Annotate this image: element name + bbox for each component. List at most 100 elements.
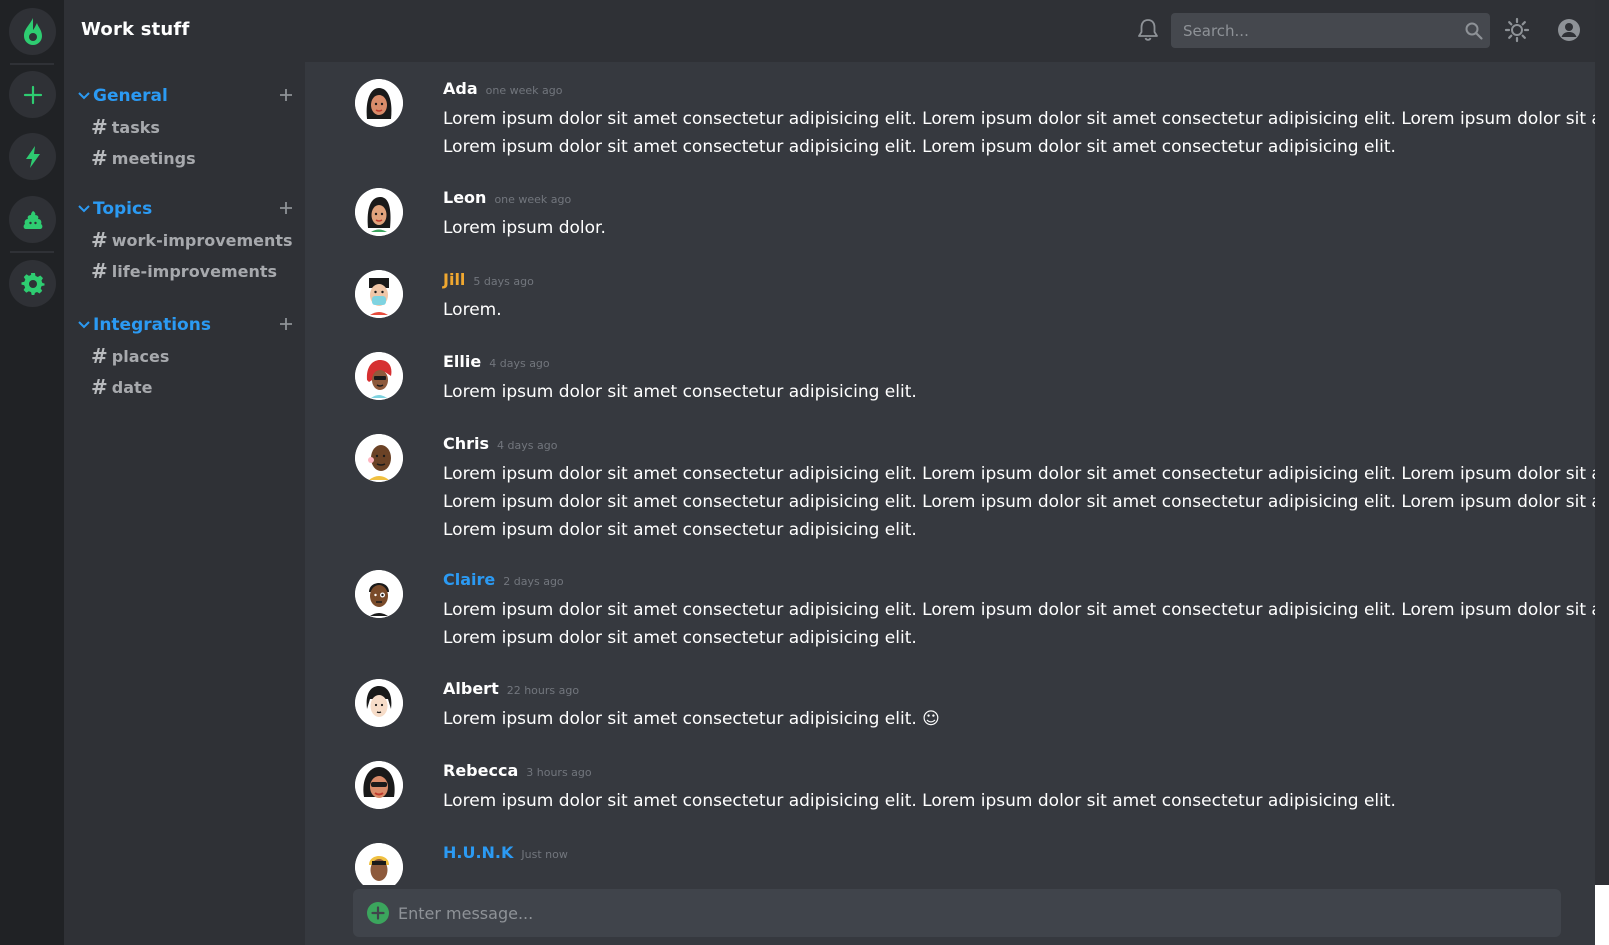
add-channel-icon[interactable] (278, 200, 294, 216)
group-name: General (93, 86, 168, 106)
rail-separator (10, 63, 54, 65)
top-bar (305, 0, 1609, 62)
timestamp: 2 days ago (503, 575, 564, 588)
chevron-down-icon (78, 321, 90, 329)
message-text: Lorem. (443, 300, 502, 320)
channel-name: meetings (111, 148, 196, 168)
chevron-down-icon (78, 205, 90, 213)
message-composer (353, 889, 1561, 937)
author-name[interactable]: H.U.N.K (443, 843, 513, 862)
group-header[interactable]: Integrations (76, 313, 294, 337)
timestamp: 22 hours ago (506, 684, 580, 697)
avatar-face-icon (355, 188, 403, 236)
timestamp: Just now (521, 848, 568, 861)
author-name[interactable]: Chris (443, 434, 489, 453)
hash-icon: # (91, 344, 108, 368)
avatar-face-icon (355, 79, 403, 127)
message-text: Lorem ipsum dolor sit amet consectetur a… (443, 492, 1595, 512)
avatar-face-icon (355, 270, 403, 318)
author-name[interactable]: Ada (443, 79, 478, 98)
home-logo-icon (23, 17, 42, 45)
search-icon[interactable] (1464, 21, 1484, 41)
avatar-face-icon (355, 679, 403, 727)
rail-separator (10, 251, 54, 253)
avatar[interactable] (355, 188, 403, 236)
message-input[interactable] (398, 889, 1538, 937)
timestamp: 3 hours ago (526, 766, 592, 779)
avatar[interactable] (355, 79, 403, 127)
hash-icon: # (91, 146, 108, 170)
channel-meetings[interactable]: # meetings (91, 146, 196, 170)
avatar-face-icon (355, 570, 403, 618)
channel-work-improvements[interactable]: # work-improvements (91, 228, 293, 252)
author-name[interactable]: Claire (443, 570, 495, 589)
avatar[interactable] (355, 679, 403, 727)
channel-name: tasks (111, 117, 160, 137)
message-text: Lorem ipsum dolor sit amet consectetur a… (443, 109, 1595, 129)
timestamp: 4 days ago (489, 357, 550, 370)
plus-circle-icon (371, 906, 385, 920)
message-text: Lorem ipsum dolor sit amet consectetur a… (443, 464, 1595, 484)
group-header[interactable]: Topics (76, 197, 294, 221)
bell-icon[interactable] (1135, 17, 1161, 43)
hash-icon: # (91, 259, 108, 283)
avatar-face-icon (355, 843, 403, 885)
avatar[interactable] (355, 270, 403, 318)
hash-icon: # (91, 228, 108, 252)
chat-app: Work stuff General # tasks # meetings To… (0, 0, 1609, 945)
author-name[interactable]: Rebecca (443, 761, 518, 780)
avatar-face-icon (355, 761, 403, 809)
timestamp: one week ago (485, 84, 563, 97)
scrollbar-thumb[interactable] (1595, 0, 1609, 885)
avatar-face-icon (355, 434, 403, 482)
message-text: Lorem ipsum dolor. (443, 218, 606, 238)
timestamp: 5 days ago (473, 275, 534, 288)
avatar[interactable] (355, 843, 403, 885)
add-channel-icon[interactable] (278, 316, 294, 332)
group-header[interactable]: General (76, 84, 294, 108)
theme-toggle-sun-icon[interactable] (1504, 17, 1530, 43)
message-text: Lorem ipsum dolor sit amet consectetur a… (443, 382, 917, 402)
channel-tasks[interactable]: # tasks (91, 115, 160, 139)
author-name[interactable]: Albert (443, 679, 499, 698)
avatar[interactable] (355, 761, 403, 809)
user-account-icon[interactable] (1556, 17, 1582, 43)
add-server-button[interactable] (9, 71, 56, 118)
poop-icon (23, 210, 42, 229)
poop-server-button[interactable] (9, 196, 56, 243)
group-name: Integrations (93, 315, 211, 335)
channel-sidebar: Work stuff General # tasks # meetings To… (64, 0, 305, 945)
channel-date[interactable]: # date (91, 375, 153, 399)
channel-life-improvements[interactable]: # life-improvements (91, 259, 277, 283)
add-attachment-button[interactable] (367, 902, 389, 924)
message-text: Lorem ipsum dolor sit amet consectetur a… (443, 600, 1595, 620)
settings-gear-icon (20, 272, 45, 295)
home-logo-button[interactable] (9, 8, 56, 55)
avatar[interactable] (355, 570, 403, 618)
channel-name: places (111, 346, 170, 366)
add-channel-icon[interactable] (278, 87, 294, 103)
author-name[interactable]: Jill (443, 270, 465, 289)
workspace-title: Work stuff (81, 19, 190, 40)
channel-places[interactable]: # places (91, 344, 170, 368)
message-text: Lorem ipsum dolor sit amet consectetur a… (443, 709, 940, 729)
avatar[interactable] (355, 352, 403, 400)
message-text: Lorem ipsum dolor sit amet consectetur a… (443, 628, 917, 648)
search-input[interactable] (1183, 13, 1453, 48)
avatar-face-icon (355, 352, 403, 400)
message-text: Lorem ipsum dolor sit amet consectetur a… (443, 137, 1396, 157)
lightning-server-button[interactable] (9, 133, 56, 180)
author-name[interactable]: Ellie (443, 352, 481, 371)
settings-server-button[interactable] (9, 260, 56, 307)
avatar[interactable] (355, 434, 403, 482)
timestamp: 4 days ago (497, 439, 558, 452)
channel-name: work-improvements (111, 230, 293, 250)
author-name[interactable]: Leon (443, 188, 486, 207)
channel-name: date (111, 377, 153, 397)
timestamp: one week ago (494, 193, 572, 206)
server-rail (0, 0, 64, 945)
message-text: Lorem ipsum dolor sit amet consectetur a… (443, 791, 1396, 811)
group-name: Topics (93, 199, 153, 219)
hash-icon: # (91, 375, 108, 399)
lightning-icon (25, 145, 40, 168)
